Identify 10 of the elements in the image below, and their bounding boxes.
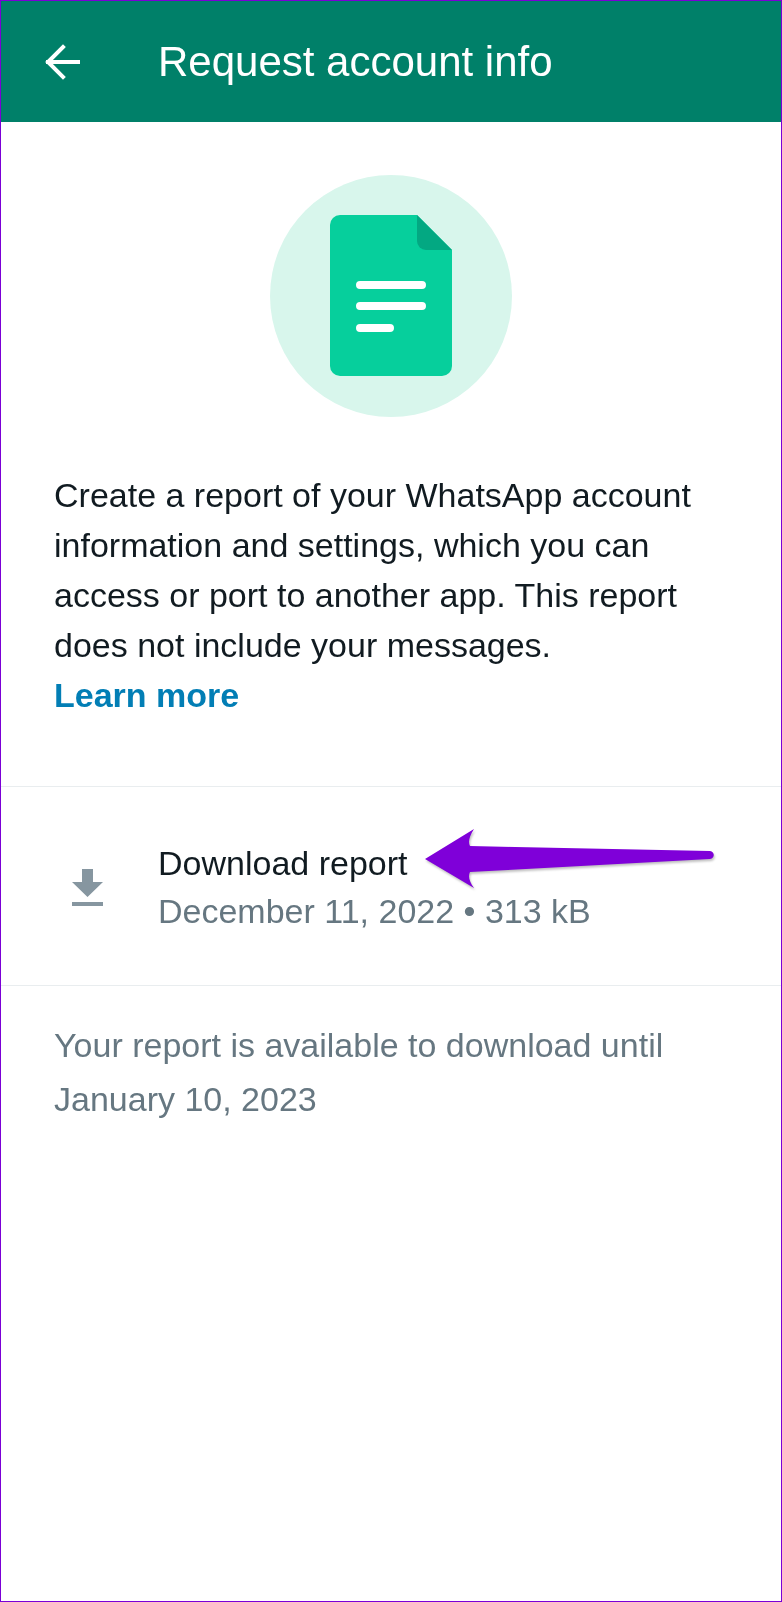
document-icon [270, 175, 512, 417]
report-title[interactable]: Download report [158, 839, 591, 887]
description-text: Create a report of your WhatsApp account information and settings, which you can access or port to another app. This report does not include your messages. Learn more [54, 475, 692, 716]
download-icon[interactable] [72, 868, 103, 906]
availability-note: Your report is available to download until January 10, 2023 [54, 1025, 665, 1120]
arrow-left-icon [44, 43, 80, 80]
back-button[interactable] [44, 43, 80, 80]
learn-more-link[interactable]: Learn more [54, 676, 240, 714]
report-details: December 11, 2022 • 313 kB [158, 891, 591, 932]
page-title: Request account info [158, 36, 553, 87]
